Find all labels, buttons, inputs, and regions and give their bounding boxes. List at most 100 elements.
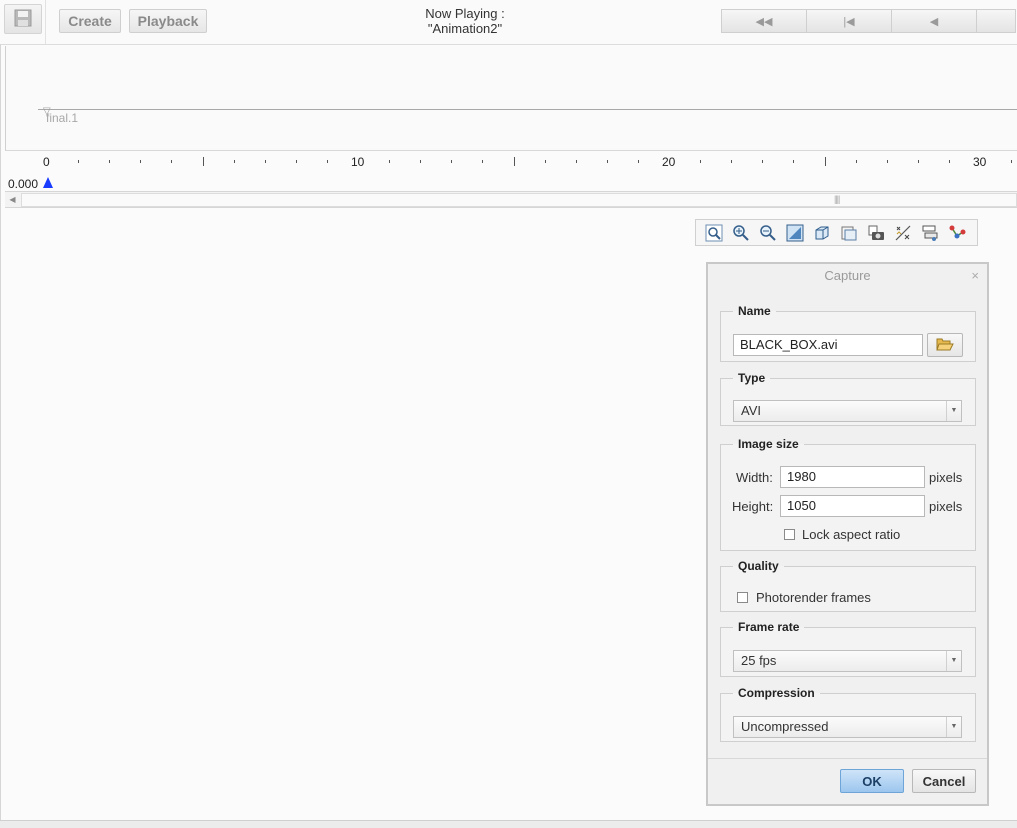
ruler-tick bbox=[575, 160, 577, 163]
frame-rate-selected-value: 25 fps bbox=[741, 653, 777, 668]
play-reverse-button[interactable]: ◀ bbox=[891, 9, 977, 33]
create-button[interactable]: Create bbox=[59, 9, 121, 33]
chevron-down-icon[interactable]: ▼ bbox=[946, 651, 961, 671]
height-field[interactable]: 1050 bbox=[780, 495, 925, 517]
spin-center-icon[interactable] bbox=[945, 222, 969, 244]
ruler-tick bbox=[606, 160, 608, 163]
folder-open-icon bbox=[936, 336, 954, 355]
repaint-icon[interactable] bbox=[783, 222, 807, 244]
ruler-tick bbox=[886, 160, 888, 163]
file-name-field[interactable]: BLACK_BOX.avi bbox=[733, 334, 923, 356]
playback-controls: ◀◀ |◀ ◀ bbox=[721, 9, 1016, 33]
ruler-tick bbox=[202, 157, 204, 166]
ruler-tick bbox=[420, 160, 422, 163]
ruler-tick bbox=[451, 160, 453, 163]
view-toolbar bbox=[695, 219, 978, 246]
compression-select[interactable]: Uncompressed ▼ bbox=[733, 716, 962, 738]
image-size-legend: Image size bbox=[738, 437, 799, 451]
ruler-tick bbox=[109, 160, 111, 163]
annotation-display-icon[interactable] bbox=[918, 222, 942, 244]
ruler-tick bbox=[513, 157, 515, 166]
ruler-label: 0 bbox=[43, 155, 50, 169]
zoom-out-icon[interactable] bbox=[756, 222, 780, 244]
track-line bbox=[38, 109, 1017, 110]
now-playing-label: Now Playing : bbox=[425, 6, 505, 21]
rewind-icon: ◀◀ bbox=[755, 15, 773, 28]
type-selected-value: AVI bbox=[741, 403, 761, 418]
ruler-tick bbox=[233, 160, 235, 163]
datum-display-icon[interactable] bbox=[891, 222, 915, 244]
ruler-tick bbox=[264, 160, 266, 163]
save-icon bbox=[14, 9, 32, 30]
close-icon[interactable]: × bbox=[971, 268, 979, 283]
lock-aspect-ratio-checkbox[interactable] bbox=[784, 529, 795, 540]
capture-dialog: Capture × Name BLACK_BOX.avi Type AVI ▼ … bbox=[706, 262, 989, 806]
timeline-scrollbar[interactable]: ◀ |||| bbox=[5, 191, 1017, 208]
chevron-down-icon[interactable]: ▼ bbox=[946, 717, 961, 737]
step-button[interactable] bbox=[976, 9, 1016, 33]
camera-icon[interactable] bbox=[864, 222, 888, 244]
ruler-tick bbox=[700, 160, 702, 163]
animation-timeline[interactable]: ▽ final.1 bbox=[5, 46, 1017, 151]
type-select[interactable]: AVI ▼ bbox=[733, 400, 962, 422]
width-unit: pixels bbox=[929, 470, 963, 485]
frame-rate-legend: Frame rate bbox=[738, 620, 800, 634]
ruler-label: 10 bbox=[351, 155, 365, 169]
dialog-divider bbox=[708, 758, 987, 759]
frame-rate-group: Frame rate 25 fps ▼ bbox=[720, 620, 976, 677]
playback-button[interactable]: Playback bbox=[129, 9, 207, 33]
ruler-tick bbox=[140, 160, 142, 163]
ruler-tick bbox=[78, 160, 80, 163]
ruler-tick bbox=[295, 160, 297, 163]
type-group: Type AVI ▼ bbox=[720, 371, 976, 426]
compression-selected-value: Uncompressed bbox=[741, 719, 829, 734]
display-style-icon[interactable] bbox=[837, 222, 861, 244]
scrollbar-thumb[interactable]: |||| bbox=[21, 193, 1017, 207]
ruler-tick bbox=[171, 160, 173, 163]
photorender-checkbox[interactable] bbox=[737, 592, 748, 603]
play-reverse-icon: ◀ bbox=[929, 15, 939, 28]
refit-icon[interactable] bbox=[702, 222, 726, 244]
ruler-label: 30 bbox=[973, 155, 987, 169]
go-to-start-button[interactable]: |◀ bbox=[806, 9, 892, 33]
browse-button[interactable] bbox=[927, 333, 963, 357]
frame-rate-select[interactable]: 25 fps ▼ bbox=[733, 650, 962, 672]
go-to-start-icon: |◀ bbox=[843, 15, 855, 28]
ruler-tick bbox=[917, 160, 919, 163]
type-legend: Type bbox=[738, 371, 766, 385]
width-field[interactable]: 1980 bbox=[780, 466, 925, 488]
now-playing-status: Now Playing : "Animation2" bbox=[380, 6, 550, 36]
time-ruler[interactable]: 0 10 20 30 0.000 bbox=[5, 151, 1017, 191]
ruler-tick bbox=[762, 160, 764, 163]
photorender-label: Photorender frames bbox=[756, 590, 871, 605]
save-button[interactable] bbox=[4, 4, 42, 34]
ruler-tick bbox=[824, 157, 826, 166]
quality-legend: Quality bbox=[738, 559, 779, 573]
compression-legend: Compression bbox=[738, 686, 815, 700]
ruler-tick bbox=[544, 160, 546, 163]
height-unit: pixels bbox=[929, 499, 963, 514]
chevron-down-icon[interactable]: ▼ bbox=[946, 401, 961, 421]
ruler-tick bbox=[855, 160, 857, 163]
saved-orientations-icon[interactable] bbox=[810, 222, 834, 244]
playhead-icon[interactable] bbox=[43, 177, 53, 188]
cancel-button[interactable]: Cancel bbox=[912, 769, 976, 793]
now-playing-animation-name: "Animation2" bbox=[427, 21, 503, 36]
grip-icon: |||| bbox=[834, 194, 840, 204]
toolbar-divider bbox=[45, 0, 46, 44]
ok-button[interactable]: OK bbox=[840, 769, 904, 793]
left-border bbox=[0, 44, 1, 820]
scroll-left-icon[interactable]: ◀ bbox=[5, 192, 20, 207]
track-label: final.1 bbox=[46, 111, 79, 125]
zoom-in-icon[interactable] bbox=[729, 222, 753, 244]
rewind-button[interactable]: ◀◀ bbox=[721, 9, 807, 33]
ruler-tick bbox=[637, 160, 639, 163]
width-label: Width: bbox=[736, 470, 773, 485]
dialog-title: Capture bbox=[824, 268, 871, 283]
ruler-tick bbox=[793, 160, 795, 163]
current-time-readout: 0.000 bbox=[8, 177, 39, 191]
ruler-label: 20 bbox=[662, 155, 676, 169]
image-size-group: Image size Width: 1980 pixels Height: 10… bbox=[720, 437, 976, 551]
ruler-tick bbox=[389, 160, 391, 163]
lock-aspect-ratio-label: Lock aspect ratio bbox=[802, 527, 901, 542]
